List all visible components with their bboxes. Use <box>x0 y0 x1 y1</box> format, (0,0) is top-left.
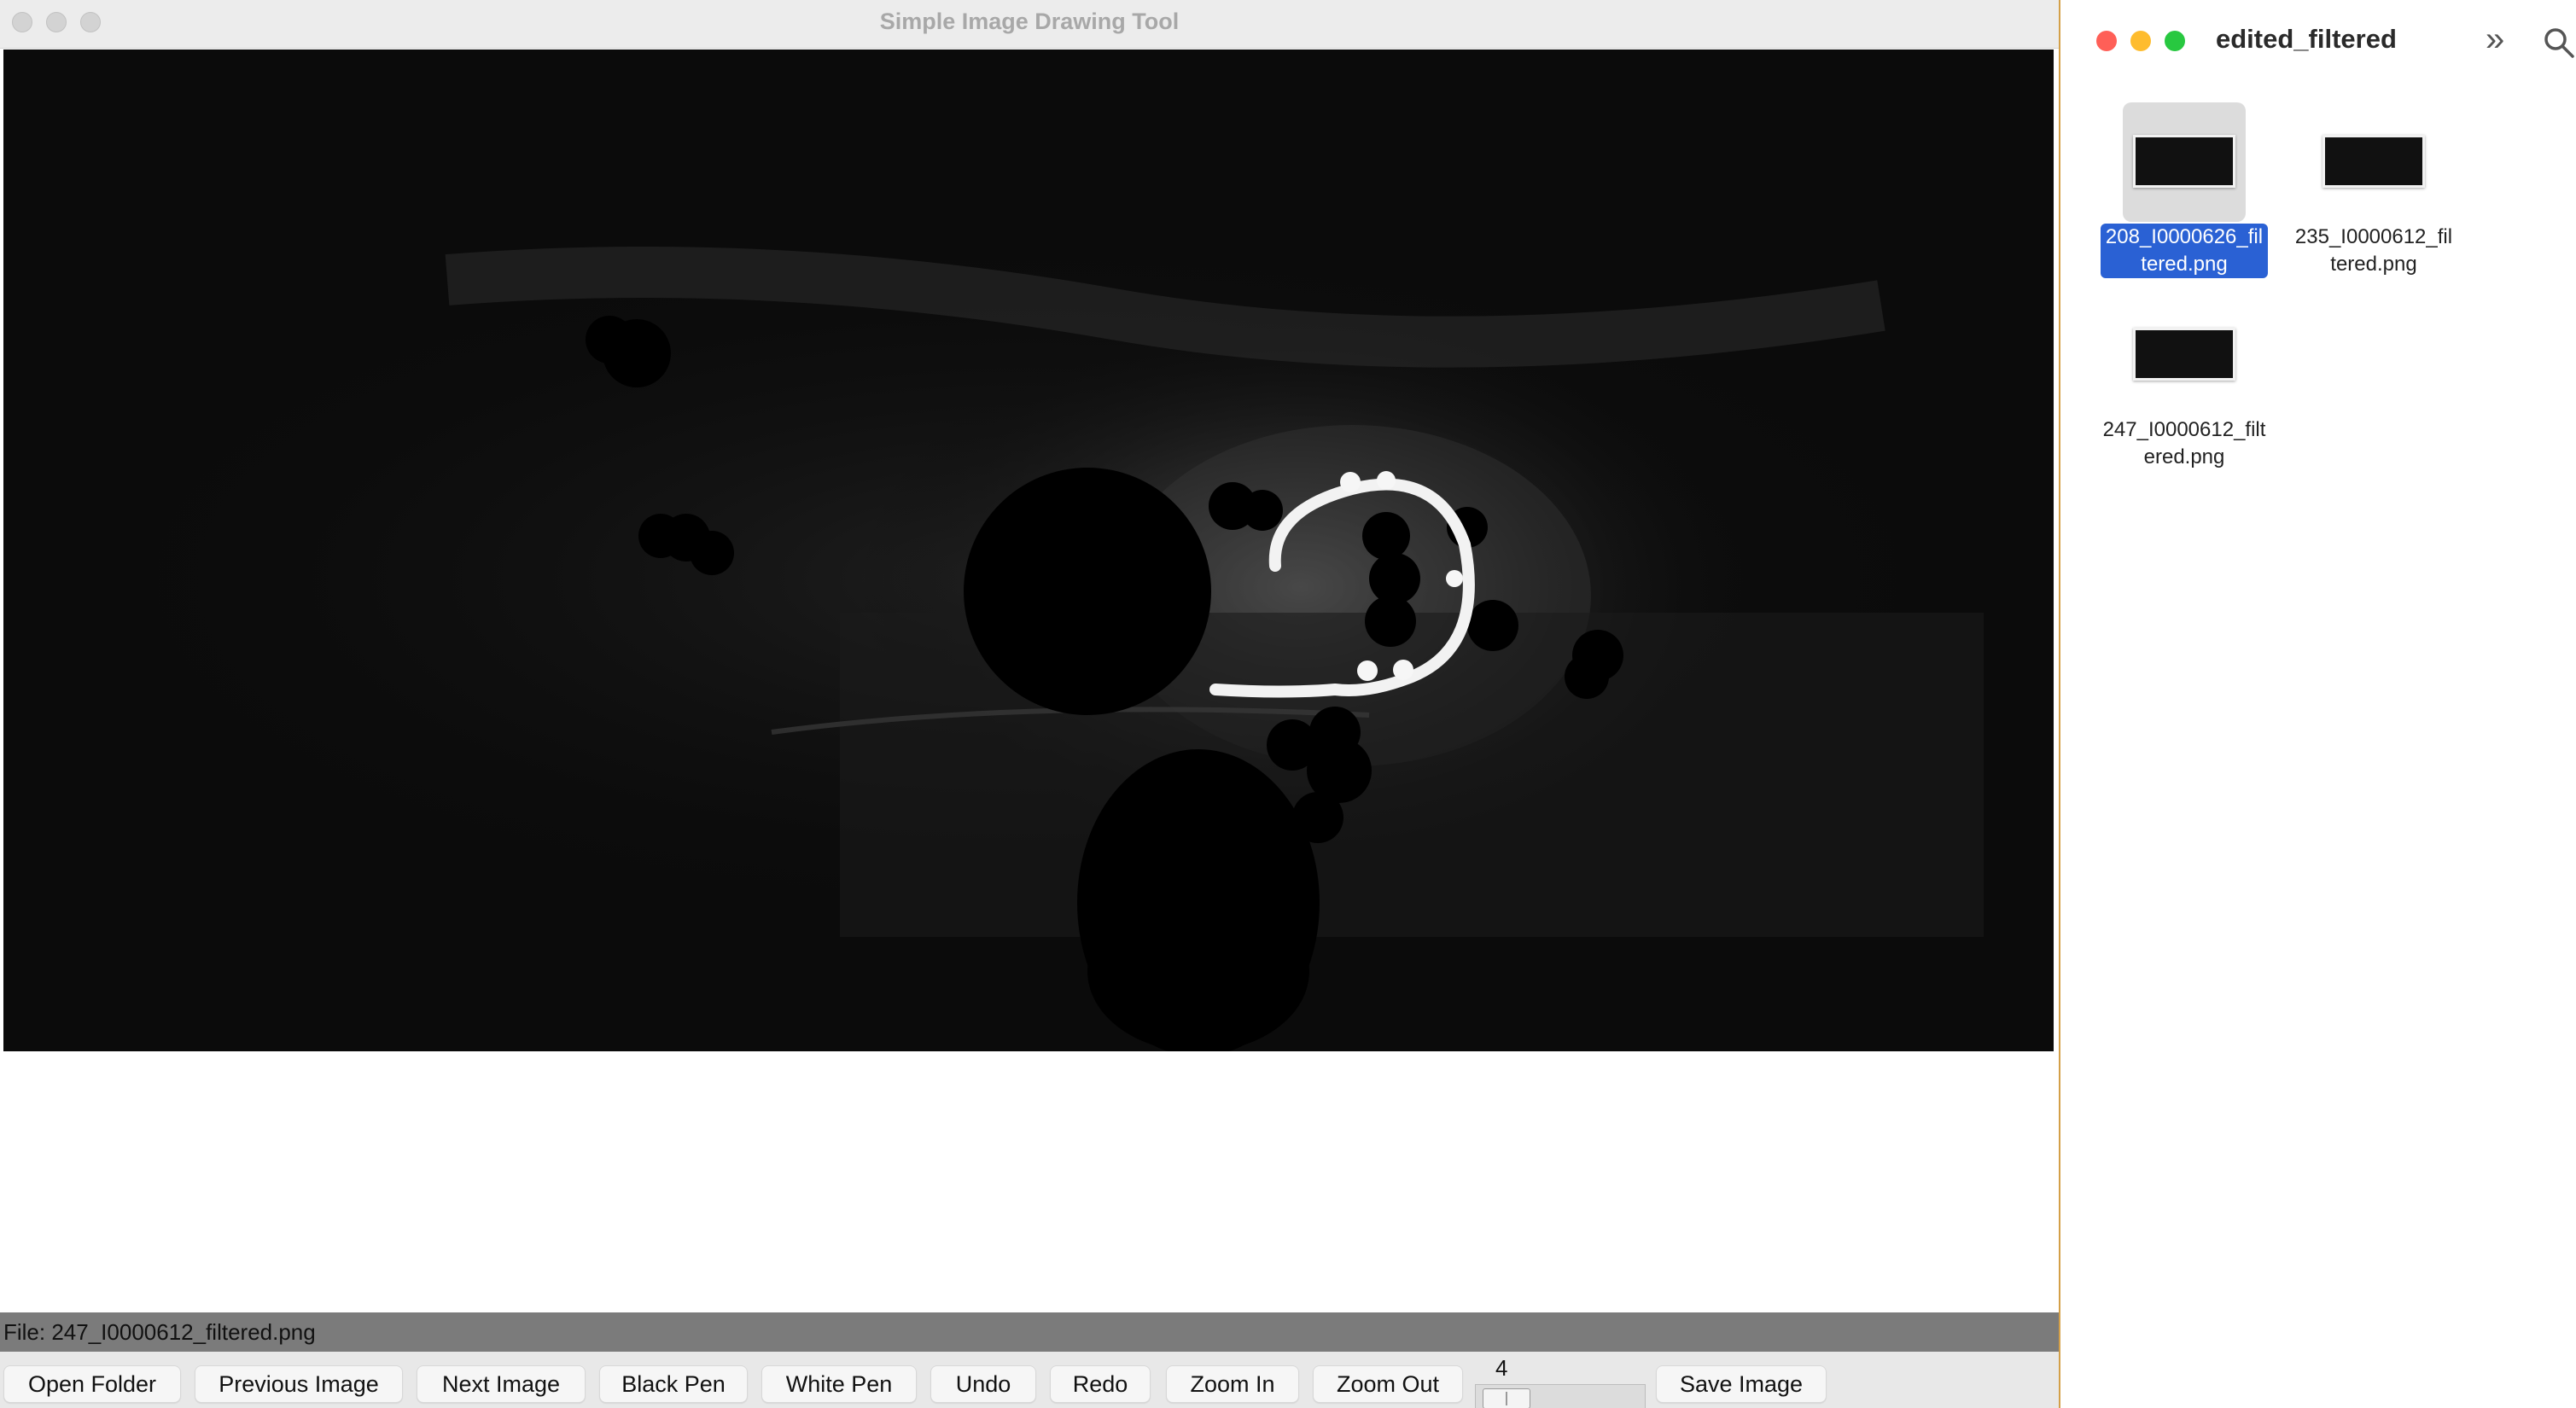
finder-window: edited_filtered » 208_I0000626_fil tered… <box>2059 0 2576 1408</box>
file-item[interactable]: 208_I0000626_fil tered.png <box>2086 102 2282 278</box>
finder-minimize-button[interactable] <box>2130 31 2151 51</box>
toolbar: Open Folder Previous Image Next Image Bl… <box>0 1352 2059 1408</box>
file-name[interactable]: 235_I0000612_fil tered.png <box>2279 224 2468 278</box>
zoom-in-button[interactable]: Zoom In <box>1166 1365 1299 1403</box>
search-icon[interactable] <box>2542 26 2576 60</box>
white-pen-button[interactable]: White Pen <box>761 1365 917 1403</box>
thumbnail-image <box>2322 135 2425 188</box>
undo-button[interactable]: Undo <box>930 1365 1036 1403</box>
drawing-tool-window: Simple Image Drawing Tool File: 247_I000… <box>0 0 2059 1408</box>
finder-close-button[interactable] <box>2096 31 2117 51</box>
open-folder-button[interactable]: Open Folder <box>3 1365 181 1403</box>
file-name[interactable]: 247_I0000612_filt ered.png <box>2089 416 2279 471</box>
file-name-line1: 235_I0000612_fil <box>2294 225 2453 248</box>
finder-title: edited_filtered <box>2216 24 2397 54</box>
pen-size-slider[interactable] <box>1475 1384 1646 1408</box>
file-thumbnail[interactable] <box>2123 295 2246 415</box>
file-item[interactable]: 247_I0000612_filt ered.png <box>2086 295 2282 471</box>
drawing-canvas[interactable] <box>3 49 2054 1051</box>
black-pen-button[interactable]: Black Pen <box>599 1365 748 1403</box>
chevron-double-right-icon[interactable]: » <box>2486 20 2504 59</box>
file-item[interactable]: 235_I0000612_fil tered.png <box>2276 102 2472 278</box>
redo-button[interactable]: Redo <box>1050 1365 1151 1403</box>
file-thumbnail[interactable] <box>2123 102 2246 222</box>
file-name-line1: 247_I0000612_filt <box>2102 418 2266 441</box>
slider-thumb[interactable] <box>1483 1388 1530 1408</box>
finder-zoom-button[interactable] <box>2165 31 2185 51</box>
file-thumbnail[interactable] <box>2312 102 2435 222</box>
file-name-line1: 208_I0000626_fil <box>2105 225 2264 248</box>
pen-size-value: 4 <box>1495 1355 1508 1381</box>
window-title: Simple Image Drawing Tool <box>879 9 1180 34</box>
file-name-line2: ered.png <box>2143 445 2225 468</box>
title-bar[interactable]: Simple Image Drawing Tool <box>0 0 2059 49</box>
canvas-image[interactable] <box>3 49 2054 1051</box>
canvas-margin <box>0 1053 2059 1311</box>
thumbnail-image <box>2133 328 2235 381</box>
file-name-line2: tered.png <box>2330 253 2417 276</box>
thumbnail-image <box>2133 135 2235 188</box>
file-name-line2: tered.png <box>2141 253 2228 276</box>
zoom-out-button[interactable]: Zoom Out <box>1313 1365 1463 1403</box>
status-bar: File: 247_I0000612_filtered.png <box>0 1312 2059 1352</box>
next-image-button[interactable]: Next Image <box>417 1365 586 1403</box>
save-image-button[interactable]: Save Image <box>1656 1365 1827 1403</box>
file-name[interactable]: 208_I0000626_fil tered.png <box>2100 224 2269 278</box>
previous-image-button[interactable]: Previous Image <box>195 1365 403 1403</box>
